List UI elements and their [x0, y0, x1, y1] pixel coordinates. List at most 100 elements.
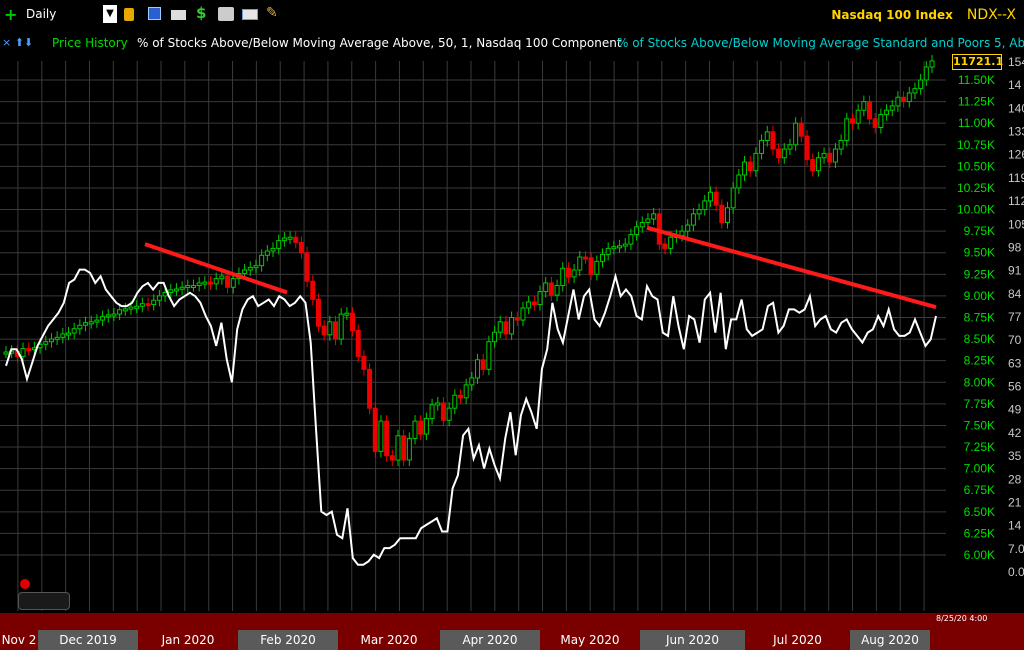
candle-body [117, 309, 123, 315]
candle-body [350, 312, 356, 331]
right-axis-tick-label: 133 [1008, 125, 1024, 139]
candle-body [88, 321, 94, 325]
price-tick-label: 6.00K [964, 548, 995, 562]
candle-body [418, 420, 424, 435]
right-axis-tick-label: 0.0 [1008, 565, 1024, 579]
candle-body [287, 236, 293, 240]
right-axis-tick-label: 105 [1008, 217, 1024, 231]
candle-body [838, 139, 844, 150]
candle-body [151, 299, 157, 306]
candle-body [827, 152, 833, 163]
price-tick-label: 8.75K [964, 311, 995, 325]
price-tick-label: 7.50K [964, 418, 995, 432]
candle-body [849, 118, 855, 124]
candle-body [452, 394, 458, 409]
candle-body [230, 278, 236, 288]
right-axis-tick-label: 28 [1008, 472, 1022, 486]
candle-body [145, 303, 151, 307]
price-tick-label: 9.25K [964, 267, 995, 281]
right-axis-tick-label: 42 [1008, 426, 1022, 440]
right-axis-tick-label: 91 [1008, 264, 1022, 278]
price-tick-label: 11.25K [958, 95, 995, 109]
candle-body [787, 144, 793, 150]
right-axis-tick-label: 21 [1008, 495, 1022, 509]
candle-body [259, 254, 265, 267]
month-label: May 2020 [560, 633, 620, 647]
candle-body [901, 96, 907, 103]
price-tick-label: 11.00K [958, 116, 995, 130]
candle-body [429, 404, 435, 420]
right-axis-tick-label: 154 [1008, 55, 1024, 69]
month-label: Jun 2020 [640, 630, 745, 650]
candle-body [588, 257, 594, 275]
candle-body [190, 285, 196, 289]
candle-body [770, 131, 776, 150]
candle-body [162, 291, 168, 297]
right-axis-tick-label: 56 [1008, 380, 1022, 394]
candle-body [889, 105, 895, 111]
candle-body [77, 324, 83, 330]
candle-body [622, 243, 628, 247]
candle-body [662, 243, 668, 249]
candle-body [185, 285, 191, 289]
price-tick-label: 7.00K [964, 462, 995, 476]
candle-body [582, 256, 588, 260]
price-tick-label: 9.00K [964, 289, 995, 303]
candle-body [219, 275, 225, 280]
candle-body [440, 402, 446, 421]
date-stamp: 8/25/20 4:00 [936, 614, 988, 623]
right-axis-tick-label: 98 [1008, 240, 1022, 254]
candle-body [844, 118, 850, 141]
price-tick-label: 8.50K [964, 332, 995, 346]
candle-body [565, 267, 571, 278]
candle-body [878, 114, 884, 129]
candle-body [94, 319, 100, 323]
candle-body [134, 305, 140, 309]
candle-body [105, 314, 111, 318]
right-axis-tick-label: 70 [1008, 333, 1022, 347]
candle-body [281, 237, 287, 242]
candle-body [742, 161, 748, 176]
candle-body [43, 341, 49, 345]
candle-body [747, 161, 753, 172]
candle-body [469, 377, 475, 386]
candle-body [54, 336, 60, 340]
candle-body [906, 92, 912, 103]
candle-body [264, 250, 270, 256]
candle-body [475, 359, 481, 379]
candle-body [179, 286, 185, 290]
chart-area[interactable]: 11.50K 11.25K 11.00K 10.75K 10.50K 10.25K 10.0… [0, 0, 1024, 650]
candle-body [554, 285, 560, 296]
grid [0, 61, 946, 611]
price-tick-label: 6.75K [964, 483, 995, 497]
price-tick-label: 7.25K [964, 440, 995, 454]
month-label: Nov 2 [1, 633, 37, 647]
candle-body [713, 191, 719, 206]
candle-body [509, 317, 515, 335]
candle-body [679, 230, 685, 236]
candle-body [793, 122, 799, 146]
candle-body [213, 278, 219, 285]
candle-body [685, 224, 691, 232]
candle-body [861, 101, 867, 111]
candle-body [315, 298, 321, 327]
candle-body [327, 321, 333, 336]
candle-body [696, 209, 702, 215]
right-axis-tick-label: 63 [1008, 356, 1022, 370]
candle-body [247, 266, 253, 271]
candle-body [690, 213, 696, 226]
candle-body [304, 252, 310, 282]
candle-body [435, 402, 441, 406]
right-axis-tick-label: 7.0 [1008, 542, 1024, 556]
candle-body [463, 384, 469, 399]
price-tick-label: 8.00K [964, 375, 995, 389]
trendline [646, 225, 937, 310]
status-toggle[interactable] [18, 592, 70, 610]
candle-body [628, 234, 634, 245]
candle-body [617, 245, 623, 249]
candle-body [815, 157, 821, 172]
candle-body [321, 325, 327, 336]
right-axis-tick-label: 49 [1008, 403, 1022, 417]
right-axis-tick-label: 77 [1008, 310, 1022, 324]
candle-body [821, 152, 827, 159]
